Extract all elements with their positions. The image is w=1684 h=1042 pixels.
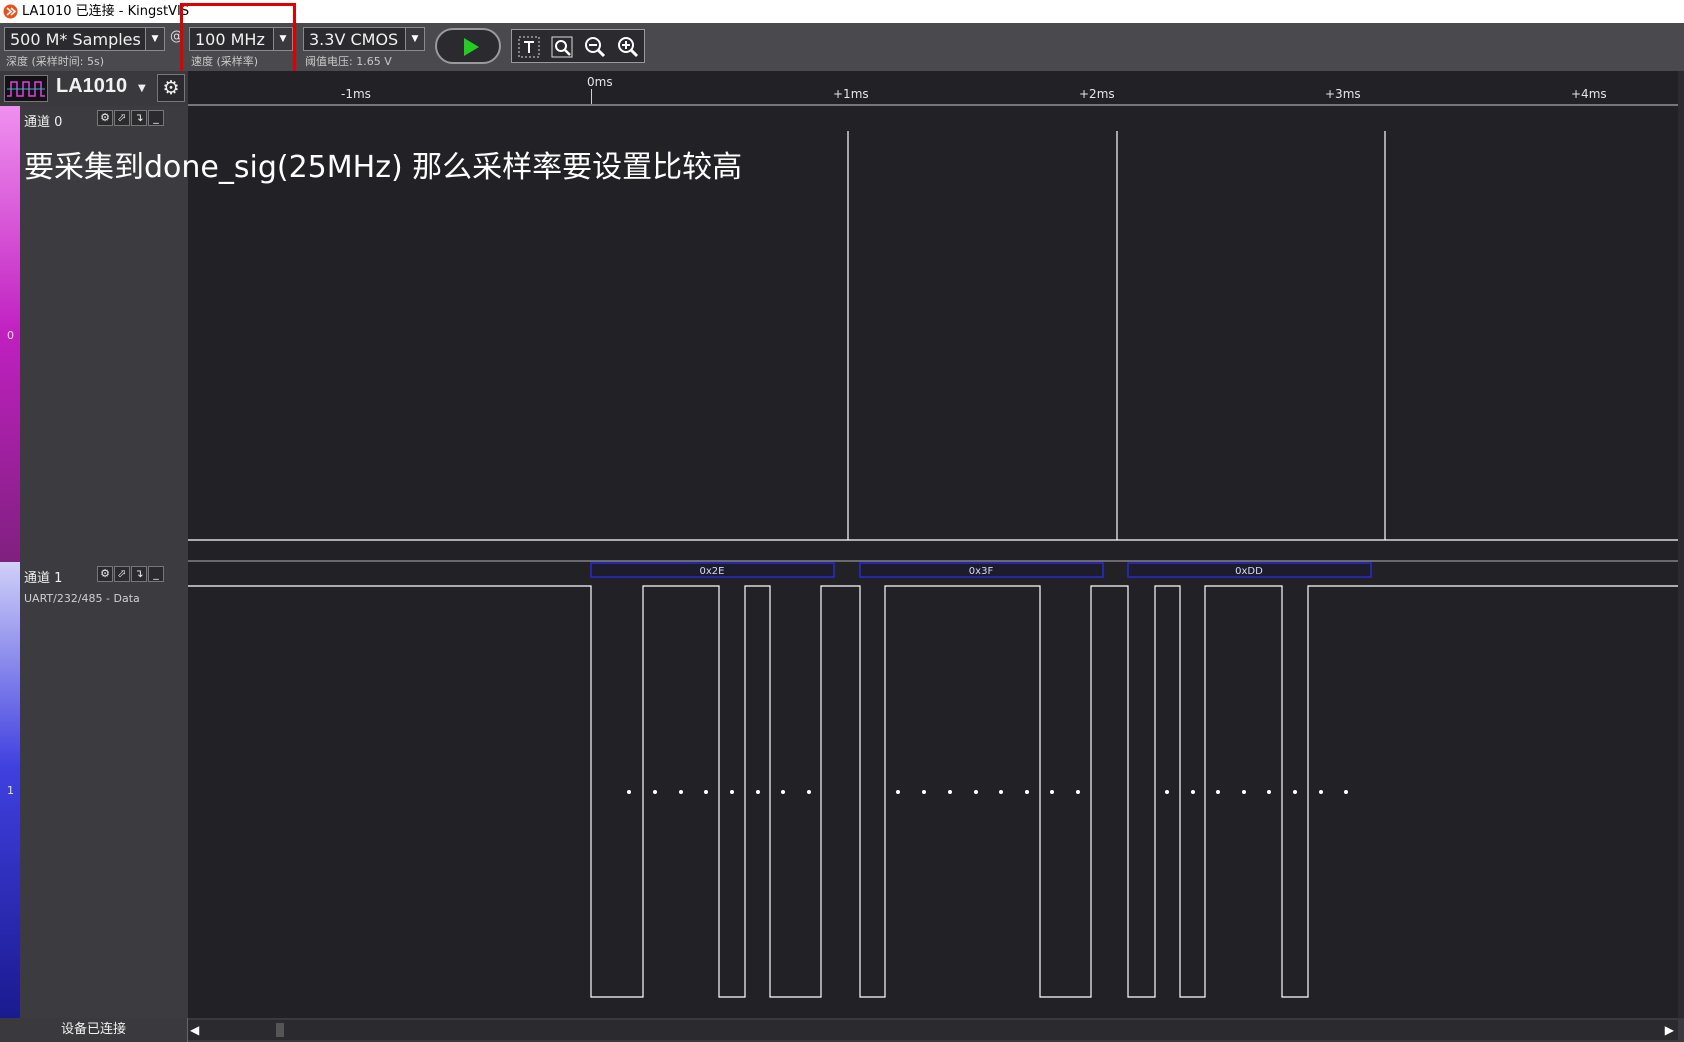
ruler-tick-label: 0ms bbox=[587, 75, 613, 89]
channel-0-index: 0 bbox=[7, 329, 14, 342]
scroll-left-icon[interactable]: ◀ bbox=[190, 1020, 199, 1040]
decode-bar[interactable]: 0xDD bbox=[1127, 562, 1372, 578]
channel-1-buttons: ⚙ ⬀ ↴ _ bbox=[97, 566, 165, 583]
waveform-icon[interactable] bbox=[4, 75, 48, 102]
falling-edge-icon[interactable]: ↴ bbox=[131, 110, 147, 126]
voltage-value: 3.3V CMOS bbox=[309, 30, 399, 49]
gear-icon[interactable]: ⚙ bbox=[157, 74, 185, 102]
falling-edge-icon[interactable]: ↴ bbox=[131, 566, 147, 582]
decoded-byte: 0x2E bbox=[700, 566, 725, 577]
low-level-icon[interactable]: _ bbox=[148, 566, 164, 582]
channel-0-buttons: ⚙ ⬀ ↴ _ bbox=[97, 110, 165, 127]
voltage-dropdown[interactable]: 3.3V CMOS ▼ bbox=[303, 27, 425, 51]
ruler-tick-mark bbox=[591, 89, 592, 104]
samples-value: 500 M* Samples bbox=[10, 30, 141, 49]
text-cursor-icon[interactable] bbox=[517, 35, 541, 59]
channel-1-analyzer: UART/232/485 - Data bbox=[24, 592, 140, 605]
zoom-out-icon[interactable] bbox=[583, 35, 607, 59]
channel-divider bbox=[188, 560, 1678, 562]
rising-edge-icon[interactable]: ⬀ bbox=[114, 566, 130, 582]
gear-icon[interactable]: ⚙ bbox=[97, 110, 113, 126]
decoded-byte: 0x3F bbox=[969, 566, 994, 577]
decode-bar[interactable]: 0x2E bbox=[590, 562, 835, 578]
time-ruler[interactable]: -1ms 0ms +1ms +2ms +3ms +4ms bbox=[188, 71, 1678, 106]
connection-status: 设备已连接 bbox=[0, 1018, 188, 1042]
window-title: LA1010 已连接 - KingstVIS bbox=[22, 4, 190, 19]
ruler-tick-label: +2ms bbox=[1079, 87, 1115, 101]
samples-dropdown[interactable]: 500 M* Samples ▼ bbox=[4, 27, 165, 51]
chevron-down-icon[interactable]: ▼ bbox=[145, 28, 164, 50]
ruler-tick-label: +1ms bbox=[833, 87, 869, 101]
view-tools bbox=[511, 29, 645, 63]
scroll-right-icon[interactable]: ▶ bbox=[1665, 1020, 1674, 1040]
voltage-caption: 阈值电压: 1.65 V bbox=[305, 55, 392, 68]
rising-edge-icon[interactable]: ⬀ bbox=[114, 110, 130, 126]
vertical-scrollbar[interactable] bbox=[1678, 71, 1684, 1018]
waveform-area[interactable]: 0x2E 0x3F 0xDD bbox=[188, 106, 1678, 1018]
kingst-logo-icon bbox=[3, 4, 18, 19]
ruler-tick-label: +3ms bbox=[1325, 87, 1361, 101]
zoom-in-icon[interactable] bbox=[616, 35, 640, 59]
channel-1-waveform bbox=[188, 585, 1678, 998]
decoded-byte: 0xDD bbox=[1235, 566, 1263, 577]
channel-1-panel[interactable]: 通道 1 ⚙ ⬀ ↴ _ UART/232/485 - Data 1 bbox=[0, 562, 188, 1018]
channel-1-name[interactable]: 通道 1 bbox=[24, 567, 62, 586]
decode-bar[interactable]: 0x3F bbox=[859, 562, 1104, 578]
chevron-down-icon[interactable]: ▼ bbox=[405, 28, 424, 50]
highlight-box bbox=[180, 3, 296, 74]
annotation-text: 要采集到done_sig(25MHz) 那么采样率要设置比较高 bbox=[24, 150, 743, 185]
play-icon bbox=[464, 38, 479, 56]
scroll-thumb[interactable] bbox=[276, 1023, 284, 1037]
gear-icon[interactable]: ⚙ bbox=[97, 566, 113, 582]
status-bar: 设备已连接 ◀ ▶ bbox=[0, 1018, 1684, 1042]
horizontal-scrollbar[interactable]: ◀ ▶ bbox=[188, 1020, 1678, 1040]
channel-0-waveform bbox=[188, 131, 1678, 541]
channel-0-name[interactable]: 通道 0 bbox=[24, 111, 62, 130]
ruler-tick-label: +4ms bbox=[1571, 87, 1607, 101]
samples-caption: 深度 (采样时间: 5s) bbox=[6, 55, 105, 68]
sample-dots bbox=[627, 790, 1348, 794]
device-name[interactable]: LA1010 bbox=[56, 75, 127, 98]
low-level-icon[interactable]: _ bbox=[148, 110, 164, 126]
channel-1-index: 1 bbox=[7, 784, 14, 797]
run-button[interactable] bbox=[435, 28, 501, 64]
chevron-down-icon[interactable]: ▼ bbox=[138, 83, 146, 94]
zoom-fit-icon[interactable] bbox=[550, 35, 574, 59]
ruler-tick-label: -1ms bbox=[341, 87, 371, 101]
device-header: LA1010 ▼ ⚙ bbox=[0, 71, 188, 106]
